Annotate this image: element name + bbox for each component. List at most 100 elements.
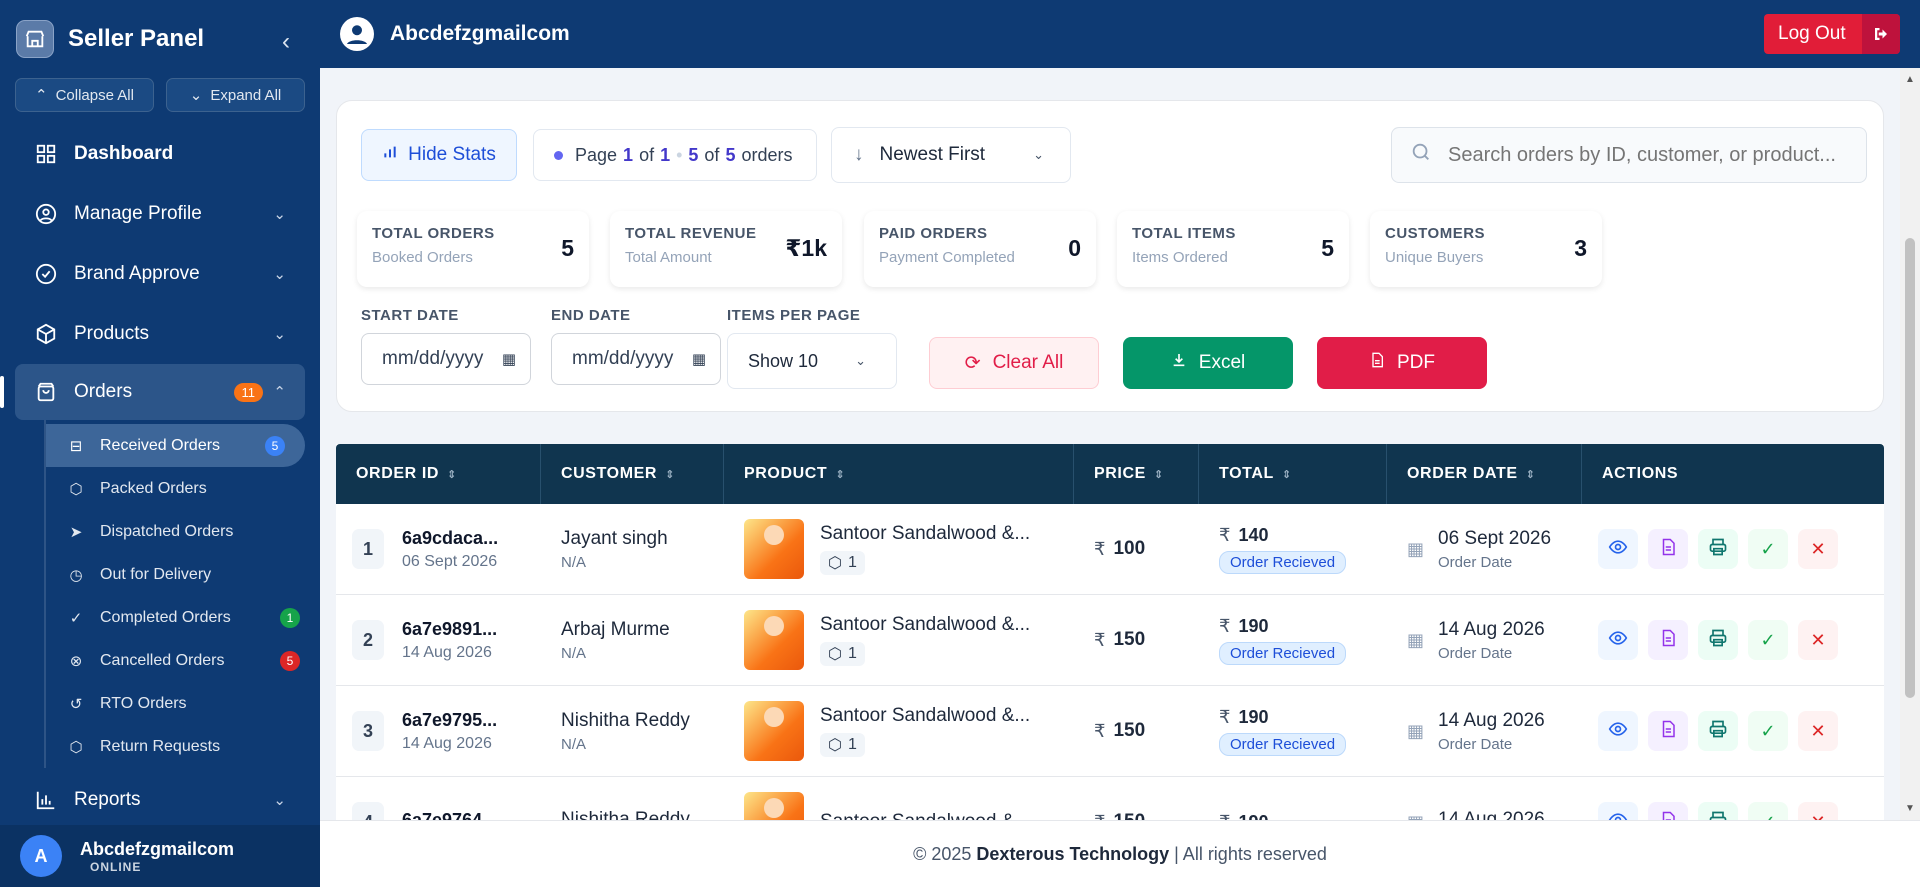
rights-text: | All rights reserved [1174, 843, 1327, 864]
scrollbar-thumb[interactable] [1905, 238, 1915, 698]
start-date-input[interactable]: mm/dd/yyyy ▦ [361, 333, 531, 385]
end-date-input[interactable]: mm/dd/yyyy ▦ [551, 333, 721, 385]
accept-button[interactable]: ✓ [1748, 711, 1788, 751]
invoice-button[interactable] [1648, 529, 1688, 569]
nav-label: Orders [74, 381, 133, 402]
reject-button[interactable]: ✕ [1798, 802, 1838, 820]
order-id[interactable]: 6a7e9795... [402, 710, 497, 731]
print-button[interactable] [1698, 620, 1738, 660]
close-icon: ✕ [1810, 720, 1826, 741]
invoice-button[interactable] [1648, 802, 1688, 820]
orders-submenu: ⊟ Received Orders 5 ⬡ Packed Orders ➤ Dispat… [44, 420, 320, 768]
cell-customer: Nishitha Reddy N/A [541, 686, 724, 776]
nav-products[interactable]: Products ⌄ [0, 304, 320, 364]
collapse-sidebar-icon[interactable]: ‹ [282, 28, 290, 56]
nav-brand-approve[interactable]: Brand Approve ⌄ [0, 244, 320, 304]
table-row[interactable]: 1 6a9cdaca... 06 Sept 2026 Jayant singh N/A S… [336, 504, 1884, 595]
online-status: ONLINE [90, 859, 142, 874]
col-order-date[interactable]: ORDER DATE ⇕ [1387, 444, 1582, 504]
order-id[interactable]: 6a9cdaca... [402, 528, 498, 549]
cell-order-date: ▦ 14 Aug 2026 Order Date [1387, 595, 1582, 685]
sort-select[interactable]: ↓ Newest First ⌄ [831, 127, 1071, 183]
sub-cancelled-orders[interactable]: ⊗ Cancelled Orders 5 [46, 639, 320, 682]
col-price[interactable]: PRICE ⇕ [1074, 444, 1199, 504]
table-row[interactable]: 3 6a7e9795... 14 Aug 2026 Nishitha Reddy N/A… [336, 686, 1884, 777]
excel-export-button[interactable]: Excel [1123, 337, 1293, 389]
sub-out-for-delivery[interactable]: ◷ Out for Delivery [46, 553, 320, 596]
nav-dashboard[interactable]: Dashboard [0, 124, 320, 184]
check-badge-icon [34, 262, 58, 286]
stat-sub: Unique Buyers [1385, 249, 1484, 266]
sub-rto-orders[interactable]: ↺ RTO Orders [46, 682, 320, 725]
invoice-button[interactable] [1648, 620, 1688, 660]
rupee-icon: ₹ [1219, 524, 1231, 545]
sort-icon: ⇕ [665, 468, 675, 481]
items-per-page-select[interactable]: Show 10 ⌄ [727, 333, 897, 389]
calendar-icon[interactable]: ▦ [502, 350, 516, 368]
nav-reports[interactable]: Reports ⌄ [0, 770, 320, 830]
cell-order-id: 3 6a7e9795... 14 Aug 2026 [336, 686, 541, 776]
scroll-up-icon[interactable]: ▲ [1905, 74, 1915, 85]
sub-received-orders[interactable]: ⊟ Received Orders 5 [46, 424, 305, 467]
expand-all-button[interactable]: ⌄ Expand All [166, 78, 305, 112]
reject-button[interactable]: ✕ [1798, 620, 1838, 660]
scrollbar[interactable]: ▲ ▼ [1900, 68, 1920, 820]
calendar-icon[interactable]: ▦ [692, 350, 706, 368]
hide-stats-button[interactable]: Hide Stats [361, 129, 517, 181]
close-icon: ✕ [1810, 538, 1826, 559]
nav-label: Dashboard [74, 143, 174, 164]
stat-total-revenue: TOTAL REVENUE Total Amount ₹1k [610, 211, 842, 287]
accept-button[interactable]: ✓ [1748, 802, 1788, 820]
table-body: 1 6a9cdaca... 06 Sept 2026 Jayant singh N/A S… [336, 504, 1884, 820]
table-row[interactable]: 2 6a7e9891... 14 Aug 2026 Arbaj Murme N/A San… [336, 595, 1884, 686]
footer: © 2025 Dexterous Technology | All rights… [320, 820, 1920, 887]
print-button[interactable] [1698, 529, 1738, 569]
clear-all-button[interactable]: ⟳ Clear All [929, 337, 1099, 389]
active-indicator [0, 376, 4, 408]
order-id[interactable]: 6a7e9891... [402, 619, 497, 640]
sub-completed-orders[interactable]: ✓ Completed Orders 1 [46, 596, 320, 639]
total: 190 [1238, 812, 1268, 821]
collapse-all-button[interactable]: ⌃ Collapse All [15, 78, 154, 112]
sub-return-requests[interactable]: ⬡ Return Requests [46, 725, 320, 768]
col-product[interactable]: PRODUCT ⇕ [724, 444, 1074, 504]
sub-dispatched-orders[interactable]: ➤ Dispatched Orders [46, 510, 320, 553]
search-box[interactable] [1391, 127, 1867, 183]
accept-button[interactable]: ✓ [1748, 620, 1788, 660]
col-label: ACTIONS [1602, 465, 1679, 482]
col-customer[interactable]: CUSTOMER ⇕ [541, 444, 724, 504]
print-button[interactable] [1698, 711, 1738, 751]
scroll-down-icon[interactable]: ▼ [1905, 803, 1915, 814]
invoice-button[interactable] [1648, 711, 1688, 751]
sub-packed-orders[interactable]: ⬡ Packed Orders [46, 467, 320, 510]
order-id[interactable]: 6a7e9764... [402, 810, 497, 821]
view-button[interactable] [1598, 802, 1638, 820]
view-button[interactable] [1598, 529, 1638, 569]
sidebar-user[interactable]: A Abcdefzgmailcom ONLINE [0, 825, 320, 887]
table-row[interactable]: 4 6a7e9764... Nishitha Reddy Santoor Sandal… [336, 777, 1884, 820]
customer-name: Arbaj Murme [561, 618, 670, 640]
reject-button[interactable]: ✕ [1798, 529, 1838, 569]
pdf-label: PDF [1397, 352, 1435, 373]
nav-orders[interactable]: Orders 11 ⌃ [0, 364, 305, 420]
cell-customer: Arbaj Murme N/A [541, 595, 724, 685]
rupee-icon: ₹ [1219, 812, 1230, 821]
view-button[interactable] [1598, 620, 1638, 660]
pdf-export-button[interactable]: PDF [1317, 337, 1487, 389]
reject-button[interactable]: ✕ [1798, 711, 1838, 751]
nav-manage-profile[interactable]: Manage Profile ⌄ [0, 184, 320, 244]
col-total[interactable]: TOTAL ⇕ [1199, 444, 1387, 504]
search-input[interactable] [1448, 143, 1866, 167]
excel-label: Excel [1198, 352, 1246, 373]
accept-button[interactable]: ✓ [1748, 529, 1788, 569]
view-button[interactable] [1598, 711, 1638, 751]
cell-product: Santoor Sandalwood &... [724, 777, 1074, 820]
col-order-id[interactable]: ORDER ID ⇕ [336, 444, 541, 504]
date-placeholder: mm/dd/yyyy [382, 348, 484, 369]
copyright: © 2025 [913, 843, 972, 864]
sort-value: Newest First [879, 144, 986, 165]
print-button[interactable] [1698, 802, 1738, 820]
logout-button[interactable]: Log Out [1764, 14, 1900, 54]
cell-actions: ✓✕ [1582, 595, 1884, 685]
status-badge: Order Recieved [1219, 732, 1347, 756]
